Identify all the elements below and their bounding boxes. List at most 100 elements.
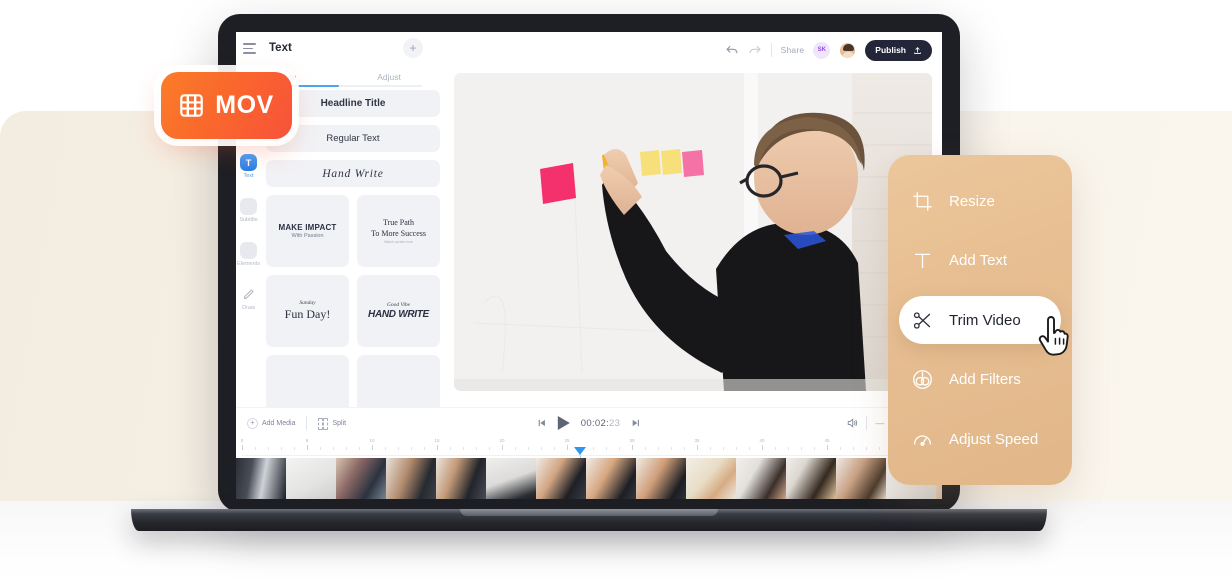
preset-regular-text[interactable]: Regular Text xyxy=(266,125,440,152)
filters-circles-icon xyxy=(913,370,932,389)
avatar[interactable]: SK xyxy=(813,41,831,59)
clip-thumbnail[interactable] xyxy=(486,458,536,499)
clip-thumbnail[interactable] xyxy=(786,458,836,499)
menu-item-resize[interactable]: Resize xyxy=(888,177,1072,225)
text-presets-list: Headline Title Regular Text Hand Write M… xyxy=(266,90,440,435)
preset-card-line1: Good Vibe xyxy=(386,302,411,308)
preset-card-line2: With Passion xyxy=(291,233,324,239)
preset-card-line1: True Path xyxy=(382,218,415,227)
crop-icon xyxy=(913,191,932,211)
timeline-clip-track[interactable] xyxy=(236,458,942,499)
ruler-baseline xyxy=(242,455,936,456)
preset-card-line1: Sunday xyxy=(299,300,316,306)
menu-item-label: Resize xyxy=(949,192,995,210)
divider xyxy=(770,43,772,57)
add-media-label: Add Media xyxy=(262,419,296,427)
sidebar-item-subtitle[interactable]: Subtitle xyxy=(239,198,258,223)
transport-controls: 00:02:23 xyxy=(537,416,641,430)
share-button[interactable]: Share xyxy=(781,45,805,55)
timecode-frames: 23 xyxy=(609,417,621,429)
ruler-tick-label: 10 xyxy=(369,438,375,443)
clip-thumbnail[interactable] xyxy=(636,458,686,499)
preset-hand-write[interactable]: Hand Write xyxy=(266,160,440,187)
preset-card[interactable]: MAKE IMPACT With Passion xyxy=(266,195,349,267)
publish-button[interactable]: Publish xyxy=(865,39,932,61)
add-media-button[interactable]: + Add Media xyxy=(247,417,296,429)
video-preview[interactable] xyxy=(454,73,932,391)
clip-thumbnail[interactable] xyxy=(286,458,336,499)
pencil-icon xyxy=(240,286,257,303)
clip-thumbnail[interactable] xyxy=(586,458,636,499)
skip-previous-icon[interactable] xyxy=(537,418,547,428)
minus-icon[interactable]: — xyxy=(875,418,884,428)
preset-headline-title[interactable]: Headline Title xyxy=(266,90,440,117)
preset-card-line2: HAND WRITE xyxy=(368,309,429,320)
publish-label: Publish xyxy=(875,45,906,55)
ruler-tick-label: 35 xyxy=(694,438,700,443)
menu-item-adjust-speed[interactable]: Adjust Speed xyxy=(888,415,1072,463)
page-title: Text xyxy=(269,42,292,54)
laptop-base xyxy=(131,509,1047,531)
ruler-tick-label: 45 xyxy=(824,438,830,443)
split-label: Split xyxy=(332,419,347,427)
sidebar-item-label: Subtitle xyxy=(239,217,258,223)
film-strip-icon xyxy=(180,94,204,117)
topbar-actions: Share SK Publish xyxy=(725,37,932,63)
ruler-tick-label: 15 xyxy=(434,438,440,443)
preset-card-line2: To More Success xyxy=(371,229,426,238)
clip-thumbnail[interactable] xyxy=(386,458,436,499)
plus-icon[interactable]: + xyxy=(403,38,423,58)
playhead-handle[interactable] xyxy=(574,447,586,455)
preset-card[interactable]: True Path To More Success Watch screen n… xyxy=(357,195,440,267)
skip-next-icon[interactable] xyxy=(631,418,641,428)
timecode-main: 00:02: xyxy=(580,417,610,429)
sidebar-item-label: Draw xyxy=(242,305,255,311)
ruler-tick-label: 20 xyxy=(499,438,505,443)
laptop-notch xyxy=(460,509,718,516)
menu-item-label: Add Text xyxy=(949,252,1008,269)
preset-card-line3: Watch screen now xyxy=(384,240,413,244)
clip-thumbnail[interactable] xyxy=(336,458,386,499)
tab-adjust[interactable]: Adjust xyxy=(338,68,440,86)
sidebar-item-elements[interactable]: Elements xyxy=(237,242,260,267)
play-icon[interactable] xyxy=(557,416,570,430)
menu-item-add-filters[interactable]: Add Filters xyxy=(888,356,1072,404)
menu-item-label: Add Filters xyxy=(949,371,1021,388)
preset-card[interactable]: Good Vibe HAND WRITE xyxy=(357,275,440,347)
scissors-icon xyxy=(913,311,931,329)
hamburger-icon[interactable] xyxy=(243,43,256,54)
clip-thumbnail[interactable] xyxy=(536,458,586,499)
avatar[interactable] xyxy=(839,41,857,59)
timeline-ruler[interactable]: 0 5 10 15 20 25 30 35 40 45 50 xyxy=(240,438,936,456)
ruler-tick-label: 0 xyxy=(240,438,244,443)
sidebar-item-label: Elements xyxy=(237,261,260,267)
tool-rail: T Text Subtitle Elements Draw xyxy=(236,88,261,438)
timecode: 00:02:23 xyxy=(581,418,620,429)
volume-icon[interactable] xyxy=(846,417,858,429)
laptop-screen: Text + Share SK Publish Style Adjust xyxy=(236,32,942,499)
mov-format-badge: MOV xyxy=(161,72,292,139)
timeline[interactable]: 0 5 10 15 20 25 30 35 40 45 50 xyxy=(236,438,942,499)
plus-circle-icon: + xyxy=(247,417,258,429)
clip-thumbnail[interactable] xyxy=(236,458,286,499)
split-button[interactable]: Split xyxy=(318,418,347,430)
preset-card[interactable]: Sunday Fun Day! xyxy=(266,275,349,347)
text-t-icon: T xyxy=(240,154,257,171)
ruler-tick-label: 25 xyxy=(564,438,570,443)
text-t-icon xyxy=(914,253,931,269)
undo-arrow-icon[interactable] xyxy=(725,43,739,57)
split-icon xyxy=(318,418,329,430)
redo-arrow-icon[interactable] xyxy=(748,43,762,57)
menu-item-add-text[interactable]: Add Text xyxy=(888,237,1072,285)
clip-thumbnail[interactable] xyxy=(736,458,786,499)
elements-icon xyxy=(240,242,257,259)
clip-thumbnail[interactable] xyxy=(686,458,736,499)
hand-pointer-cursor xyxy=(1038,316,1069,356)
sidebar-item-draw[interactable]: Draw xyxy=(240,286,257,311)
subtitle-icon xyxy=(239,198,257,215)
sidebar-item-text[interactable]: T Text xyxy=(240,154,257,179)
clip-thumbnail[interactable] xyxy=(836,458,886,499)
ruler-tick-label: 5 xyxy=(305,438,309,443)
mov-badge-label: MOV xyxy=(215,91,274,119)
clip-thumbnail[interactable] xyxy=(436,458,486,499)
